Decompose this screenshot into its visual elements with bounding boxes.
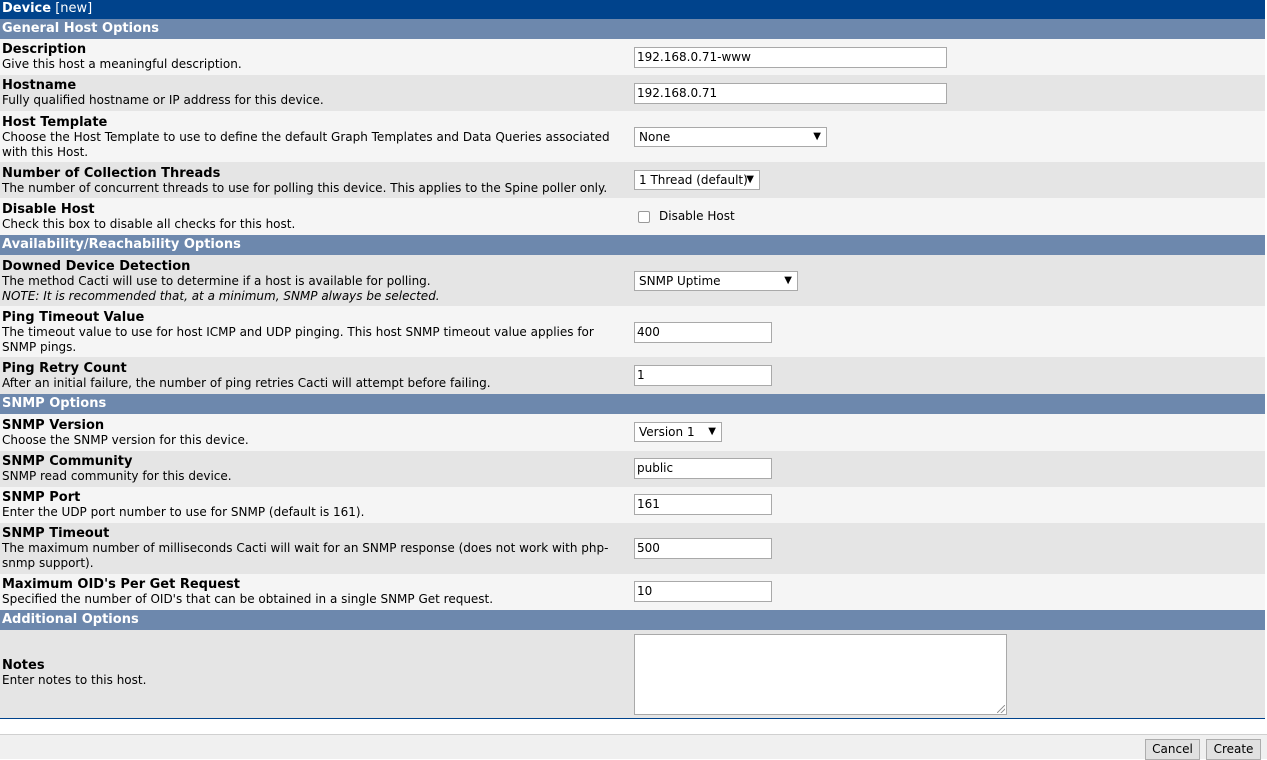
ping-retry-input[interactable]: 1 (634, 365, 772, 386)
ping-timeout-input[interactable]: 400 (634, 322, 772, 343)
downed-detection-select[interactable]: SNMP Uptime ▼ (634, 271, 798, 291)
description-input[interactable]: 192.168.0.71-www (634, 47, 947, 68)
row-snmp-version: SNMP Version Choose the SNMP version for… (0, 414, 1265, 451)
ping-retry-label: Ping Retry Count (2, 361, 127, 376)
host-template-value: None (639, 130, 671, 144)
snmp-version-select[interactable]: Version 1 ▼ (634, 422, 722, 442)
dropdown-arrow-icon: ▼ (708, 426, 716, 437)
form-title-status: [new] (55, 1, 93, 16)
snmp-community-input[interactable]: public (634, 458, 772, 479)
ping-timeout-help: The timeout value to use for host ICMP a… (2, 325, 594, 354)
downed-detection-value: SNMP Uptime (639, 274, 721, 288)
hostname-label: Hostname (2, 78, 77, 93)
ping-retry-help: After an initial failure, the number of … (2, 376, 491, 390)
threads-value: 1 Thread (default) (639, 173, 748, 187)
snmp-timeout-label: SNMP Timeout (2, 526, 110, 541)
section-header-general: General Host Options (0, 19, 1265, 39)
notes-textarea[interactable] (634, 634, 1007, 715)
dropdown-arrow-icon: ▼ (746, 174, 754, 185)
snmp-timeout-help: The maximum number of milliseconds Cacti… (2, 541, 609, 570)
description-help: Give this host a meaningful description. (2, 57, 242, 71)
row-host-template: Host Template Choose the Host Template t… (0, 111, 1265, 162)
section-header-snmp: SNMP Options (0, 394, 1265, 414)
threads-help: The number of concurrent threads to use … (2, 181, 608, 195)
row-snmp-timeout: SNMP Timeout The maximum number of milli… (0, 523, 1265, 574)
snmp-version-label: SNMP Version (2, 418, 105, 433)
disable-host-checkbox[interactable] (638, 210, 650, 223)
row-ping-retry: Ping Retry Count After an initial failur… (0, 357, 1265, 394)
snmp-port-help: Enter the UDP port number to use for SNM… (2, 505, 365, 519)
description-label: Description (2, 42, 87, 57)
row-ping-timeout: Ping Timeout Value The timeout value to … (0, 306, 1265, 357)
host-template-select[interactable]: None ▼ (634, 127, 827, 147)
disable-host-help: Check this box to disable all checks for… (2, 217, 296, 231)
hostname-help: Fully qualified hostname or IP address f… (2, 93, 324, 107)
snmp-community-help: SNMP read community for this device. (2, 469, 232, 483)
snmp-version-help: Choose the SNMP version for this device. (2, 433, 249, 447)
row-description: Description Give this host a meaningful … (0, 39, 1265, 75)
threads-select[interactable]: 1 Thread (default) ▼ (634, 170, 760, 190)
downed-detection-note: NOTE: It is recommended that, at a minim… (2, 289, 440, 303)
section-header-availability: Availability/Reachability Options (0, 235, 1265, 255)
row-downed-detection: Downed Device Detection The method Cacti… (0, 255, 1265, 306)
cancel-button[interactable]: Cancel (1145, 739, 1200, 760)
snmp-timeout-input[interactable]: 500 (634, 538, 772, 559)
snmp-port-input[interactable]: 161 (634, 494, 772, 515)
snmp-community-label: SNMP Community (2, 454, 133, 469)
dropdown-arrow-icon: ▼ (784, 275, 792, 286)
row-notes: Notes Enter notes to this host. (0, 630, 1265, 718)
downed-detection-help: The method Cacti will use to determine i… (2, 274, 431, 288)
row-snmp-community: SNMP Community SNMP read community for t… (0, 451, 1265, 487)
row-snmp-port: SNMP Port Enter the UDP port number to u… (0, 487, 1265, 523)
row-max-oids: Maximum OID's Per Get Request Specified … (0, 574, 1265, 610)
max-oids-input[interactable]: 10 (634, 581, 772, 602)
resize-grip-icon[interactable] (997, 705, 1005, 713)
form-title: Device (2, 1, 52, 16)
max-oids-help: Specified the number of OID's that can b… (2, 592, 494, 606)
row-disable-host: Disable Host Check this box to disable a… (0, 198, 1265, 235)
row-hostname: Hostname Fully qualified hostname or IP … (0, 75, 1265, 111)
disable-host-label: Disable Host (2, 202, 95, 217)
hostname-input[interactable]: 192.168.0.71 (634, 83, 947, 104)
ping-timeout-label: Ping Timeout Value (2, 310, 145, 325)
notes-label: Notes (2, 658, 45, 673)
create-button[interactable]: Create (1206, 739, 1261, 760)
disable-host-checkbox-label[interactable]: Disable Host (659, 209, 735, 223)
dropdown-arrow-icon: ▼ (813, 131, 821, 142)
downed-detection-label: Downed Device Detection (2, 259, 191, 274)
form-footer: Cancel Create (0, 734, 1267, 760)
threads-label: Number of Collection Threads (2, 166, 221, 181)
max-oids-label: Maximum OID's Per Get Request (2, 577, 241, 592)
snmp-port-label: SNMP Port (2, 490, 81, 505)
form-title-bar: Device [new] (0, 0, 1265, 19)
section-header-additional: Additional Options (0, 610, 1265, 630)
host-template-label: Host Template (2, 115, 108, 130)
row-collection-threads: Number of Collection Threads The number … (0, 162, 1265, 198)
snmp-version-value: Version 1 (639, 425, 695, 439)
host-template-help: Choose the Host Template to use to defin… (2, 130, 610, 159)
notes-help: Enter notes to this host. (2, 673, 147, 687)
